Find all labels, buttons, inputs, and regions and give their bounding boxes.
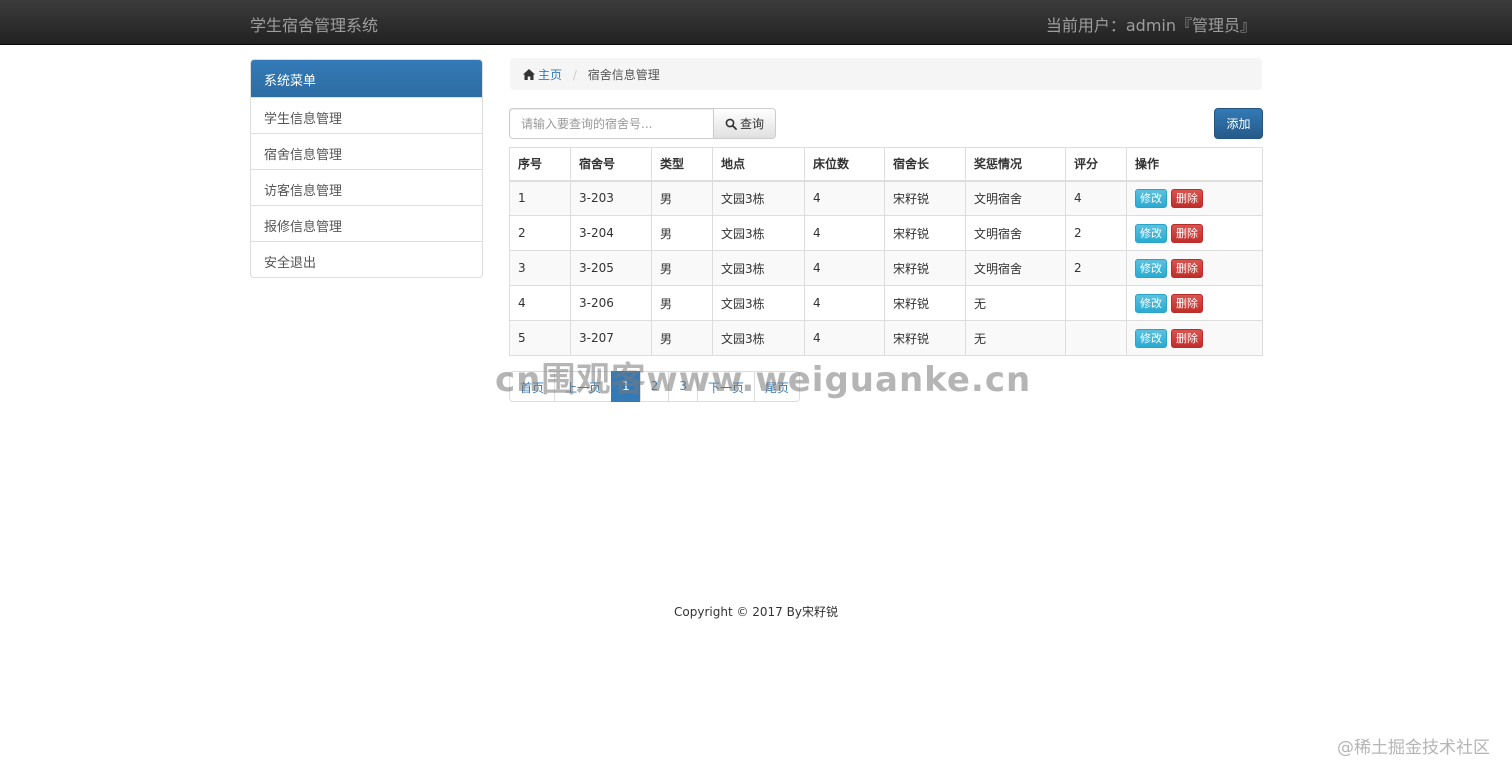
sidebar-item-dorm-info[interactable]: 宿舍信息管理 (251, 133, 482, 169)
cell-score: 2 (1065, 215, 1127, 251)
cell-room: 3-207 (570, 320, 652, 356)
breadcrumb-home-label: 主页 (538, 68, 563, 82)
cell-beds: 4 (804, 180, 885, 216)
site-watermark: cn围观客www.weiguanke.cn (495, 360, 1032, 400)
table-row: 5 3-207 男 文园3栋 4 宋籽锐 无 修改 删除 (509, 320, 1263, 356)
cell-reward: 无 (965, 320, 1066, 356)
cell-reward: 文明宿舍 (965, 180, 1066, 216)
cell-score: 4 (1065, 180, 1127, 216)
table-row: 2 3-204 男 文园3栋 4 宋籽锐 文明宿舍 2 修改 删除 (509, 215, 1263, 251)
breadcrumb-current: 宿舍信息管理 (587, 68, 660, 82)
cell-reward: 文明宿舍 (965, 250, 1066, 286)
cell-actions: 修改 删除 (1126, 215, 1263, 251)
cell-no: 5 (509, 320, 571, 356)
cell-location: 文园3栋 (712, 320, 805, 356)
delete-button[interactable]: 删除 (1171, 258, 1203, 278)
column-header-actions: 操作 (1126, 147, 1263, 182)
cell-leader: 宋籽锐 (884, 285, 966, 321)
cell-room: 3-206 (570, 285, 652, 321)
sidebar-item-visitor-info[interactable]: 访客信息管理 (251, 169, 482, 205)
corner-watermark: @稀土掘金技术社区 (1337, 738, 1490, 758)
cell-type: 男 (651, 180, 713, 216)
column-header-location: 地点 (712, 147, 805, 182)
cell-type: 男 (651, 250, 713, 286)
cell-leader: 宋籽锐 (884, 215, 966, 251)
cell-location: 文园3栋 (712, 285, 805, 321)
cell-leader: 宋籽锐 (884, 320, 966, 356)
edit-button[interactable]: 修改 (1135, 328, 1167, 348)
cell-room: 3-205 (570, 250, 652, 286)
table-row: 1 3-203 男 文园3栋 4 宋籽锐 文明宿舍 4 修改 删除 (509, 180, 1263, 216)
current-user-label: 当前用户：admin『管理员』 (1045, 16, 1256, 35)
sidebar-header: 系统菜单 (251, 60, 482, 97)
cell-beds: 4 (804, 250, 885, 286)
column-header-leader: 宿舍长 (884, 147, 966, 182)
edit-button[interactable]: 修改 (1135, 223, 1167, 243)
breadcrumb-separator: / (572, 68, 577, 82)
cell-actions: 修改 删除 (1126, 320, 1263, 356)
delete-button[interactable]: 删除 (1171, 223, 1203, 243)
cell-reward: 无 (965, 285, 1066, 321)
cell-no: 4 (509, 285, 571, 321)
footer-copyright: Copyright © 2017 By宋籽锐 (674, 605, 838, 619)
cell-no: 3 (509, 250, 571, 286)
sidebar-item-student-info[interactable]: 学生信息管理 (251, 97, 482, 133)
table-row: 3 3-205 男 文园3栋 4 宋籽锐 文明宿舍 2 修改 删除 (509, 250, 1263, 286)
table-row: 4 3-206 男 文园3栋 4 宋籽锐 无 修改 删除 (509, 285, 1263, 321)
edit-button[interactable]: 修改 (1135, 258, 1167, 278)
top-navbar: 学生宿舍管理系统 当前用户：admin『管理员』 (0, 0, 1512, 45)
cell-score: 2 (1065, 250, 1127, 286)
cell-room: 3-203 (570, 180, 652, 216)
cell-actions: 修改 删除 (1126, 180, 1263, 216)
column-header-room: 宿舍号 (570, 147, 652, 182)
cell-leader: 宋籽锐 (884, 250, 966, 286)
cell-score (1065, 285, 1127, 321)
cell-score (1065, 320, 1127, 356)
cell-leader: 宋籽锐 (884, 180, 966, 216)
cell-location: 文园3栋 (712, 250, 805, 286)
sidebar-item-repair-info[interactable]: 报修信息管理 (251, 205, 482, 241)
cell-type: 男 (651, 320, 713, 356)
delete-button[interactable]: 删除 (1171, 188, 1203, 208)
dorm-table: 序号 宿舍号 类型 地点 床位数 宿舍长 奖惩情况 评分 操作 1 3-203 … (509, 147, 1263, 356)
breadcrumb-home-link[interactable]: 主页 (523, 68, 566, 82)
cell-type: 男 (651, 285, 713, 321)
column-header-beds: 床位数 (804, 147, 885, 182)
table-header-row: 序号 宿舍号 类型 地点 床位数 宿舍长 奖惩情况 评分 操作 (509, 147, 1263, 182)
delete-button[interactable]: 删除 (1171, 328, 1203, 348)
cell-actions: 修改 删除 (1126, 250, 1263, 286)
search-button-label: 查询 (739, 117, 764, 131)
cell-location: 文园3栋 (712, 215, 805, 251)
home-icon (523, 69, 535, 80)
cell-beds: 4 (804, 215, 885, 251)
cell-beds: 4 (804, 285, 885, 321)
cell-location: 文园3栋 (712, 180, 805, 216)
column-header-score: 评分 (1065, 147, 1127, 182)
breadcrumb: 主页 / 宿舍信息管理 (510, 58, 1262, 90)
search-icon (725, 118, 737, 130)
app-brand[interactable]: 学生宿舍管理系统 (250, 12, 378, 36)
cell-no: 1 (509, 180, 571, 216)
add-button[interactable]: 添加 (1214, 108, 1263, 139)
cell-type: 男 (651, 215, 713, 251)
sidebar-menu: 系统菜单 学生信息管理 宿舍信息管理 访客信息管理 报修信息管理 安全退出 (250, 59, 483, 278)
cell-beds: 4 (804, 320, 885, 356)
delete-button[interactable]: 删除 (1171, 293, 1203, 313)
cell-room: 3-204 (570, 215, 652, 251)
search-group: 查询 (509, 108, 776, 139)
cell-reward: 文明宿舍 (965, 215, 1066, 251)
column-header-reward: 奖惩情况 (965, 147, 1066, 182)
column-header-no: 序号 (509, 147, 571, 182)
edit-button[interactable]: 修改 (1135, 188, 1167, 208)
search-button[interactable]: 查询 (713, 108, 776, 139)
cell-actions: 修改 删除 (1126, 285, 1263, 321)
column-header-type: 类型 (651, 147, 713, 182)
search-input[interactable] (509, 108, 713, 139)
sidebar-item-logout[interactable]: 安全退出 (251, 241, 482, 277)
edit-button[interactable]: 修改 (1135, 293, 1167, 313)
cell-no: 2 (509, 215, 571, 251)
